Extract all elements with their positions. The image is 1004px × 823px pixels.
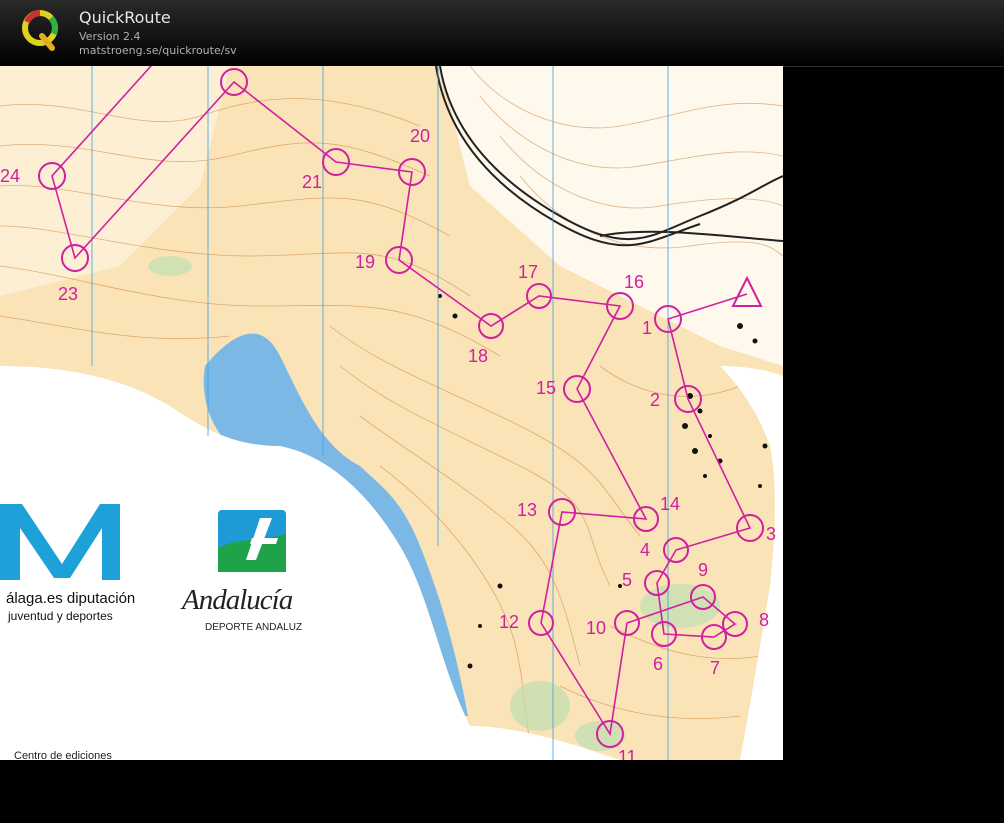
- control-label: 6: [653, 654, 663, 674]
- control-label: 20: [410, 126, 430, 146]
- control-label: 23: [58, 284, 78, 304]
- map-canvas[interactable]: 1 2 3 4 5 6 7 8 9 10 11 12 13 14 15 16 1…: [0, 66, 783, 760]
- diputacion-logo-icon: [0, 504, 120, 580]
- orienteering-map[interactable]: 1 2 3 4 5 6 7 8 9 10 11 12 13 14 15 16 1…: [0, 66, 783, 760]
- control-label: 9: [698, 560, 708, 580]
- control-label: 19: [355, 252, 375, 272]
- sponsor-andalucia-subtext: DEPORTE ANDALUZ: [205, 622, 303, 633]
- control-label: 10: [586, 618, 606, 638]
- control-label: 18: [468, 346, 488, 366]
- control-label: 1: [642, 318, 652, 338]
- control-label: 12: [499, 612, 519, 632]
- control-label: 14: [660, 494, 680, 514]
- control-label: 3: [766, 524, 776, 544]
- control-label: 21: [302, 172, 322, 192]
- map-footer-text: Centro de ediciones: [14, 750, 112, 760]
- app-title: QuickRoute: [79, 8, 171, 27]
- sponsor-andalucia-text: Andalucía: [182, 584, 293, 616]
- app-url[interactable]: matstroeng.se/quickroute/sv: [79, 44, 237, 57]
- control-label: 13: [517, 500, 537, 520]
- control-label: 7: [710, 658, 720, 678]
- sponsor-diputacion-text: álaga.es diputación: [6, 590, 136, 607]
- control-label: 11: [618, 747, 637, 760]
- control-label: 2: [650, 390, 660, 410]
- title-bar: QuickRoute Version 2.4 matstroeng.se/qui…: [0, 0, 1004, 67]
- control-label: 8: [759, 610, 769, 630]
- control-label: 16: [624, 272, 644, 292]
- andalucia-logo-icon: [218, 510, 286, 572]
- control-label: 4: [640, 540, 650, 560]
- control-label: 17: [518, 262, 538, 282]
- quickroute-logo-icon: [22, 10, 59, 51]
- sponsor-diputacion-subtext: juventud y deportes: [8, 609, 113, 623]
- app-version: Version 2.4: [79, 30, 141, 43]
- control-label: 24: [0, 166, 20, 186]
- control-label: 5: [622, 570, 632, 590]
- control-label: 15: [536, 378, 556, 398]
